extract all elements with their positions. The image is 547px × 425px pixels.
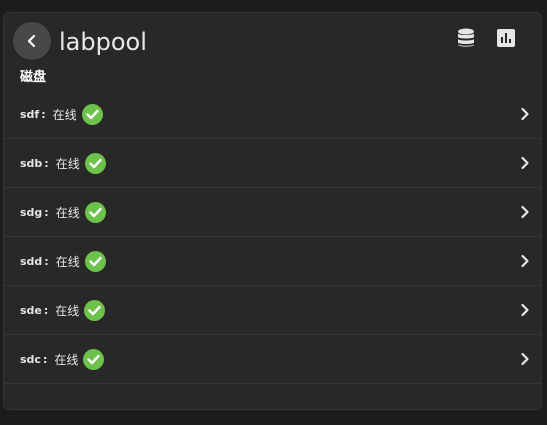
- page-title: labpool: [59, 28, 147, 56]
- check-circle-icon: [84, 299, 106, 321]
- check-circle-icon: [83, 348, 105, 370]
- disk-name: sdg: [20, 205, 43, 219]
- check-circle-icon: [81, 103, 103, 125]
- chevron-right-icon: [519, 303, 531, 317]
- disk-status: 在线: [55, 205, 80, 220]
- chevron-right-icon: [519, 254, 531, 268]
- disk-row[interactable]: sdb : 在线: [4, 139, 541, 188]
- disk-row[interactable]: sdg : 在线: [4, 188, 541, 237]
- statistics-button[interactable]: [495, 27, 517, 49]
- chevron-left-icon: [27, 34, 36, 48]
- disk-status: 在线: [54, 352, 79, 367]
- disk-row[interactable]: sde : 在线: [4, 286, 541, 335]
- chevron-right-icon: [519, 107, 531, 121]
- disk-name: sdb: [20, 156, 43, 170]
- disk-status: 在线: [55, 156, 80, 171]
- disk-status: 在线: [52, 107, 77, 122]
- disk-separator: :: [43, 303, 49, 317]
- chevron-right-icon: [519, 352, 531, 366]
- disk-separator: :: [44, 205, 49, 219]
- disk-separator: :: [44, 156, 49, 170]
- disk-row[interactable]: sdf : 在线: [4, 90, 541, 139]
- disk-name: sdd: [20, 254, 43, 268]
- section-label: 磁盘: [20, 70, 47, 85]
- chevron-right-icon: [519, 205, 531, 219]
- disk-row[interactable]: sdc : 在线: [4, 335, 541, 384]
- chevron-right-icon: [519, 156, 531, 170]
- pool-card: labpool 磁盘 sdf : 在线 sdb: 在线 sdg: 在线 sd…: [3, 12, 542, 410]
- check-circle-icon: [84, 250, 106, 272]
- disk-status: 在线: [55, 303, 80, 318]
- disk-list: sdf : 在线 sdb : 在线 sdg : 在线 sdd: 在线 sde …: [4, 90, 541, 384]
- disk-separator: :: [42, 352, 48, 366]
- disk-name: sdc: [20, 352, 41, 366]
- database-button[interactable]: [455, 27, 477, 49]
- disk-name: sdf: [20, 107, 40, 121]
- disk-status: 在线: [55, 254, 80, 269]
- disk-row[interactable]: sdd : 在线: [4, 237, 541, 286]
- disk-name: sde: [20, 303, 42, 317]
- bar-chart-icon: [497, 29, 515, 47]
- check-circle-icon: [84, 152, 106, 174]
- back-button[interactable]: [13, 22, 51, 60]
- database-icon: [458, 28, 474, 47]
- disk-separator: :: [44, 254, 49, 268]
- check-circle-icon: [84, 201, 106, 223]
- disk-separator: :: [41, 107, 46, 121]
